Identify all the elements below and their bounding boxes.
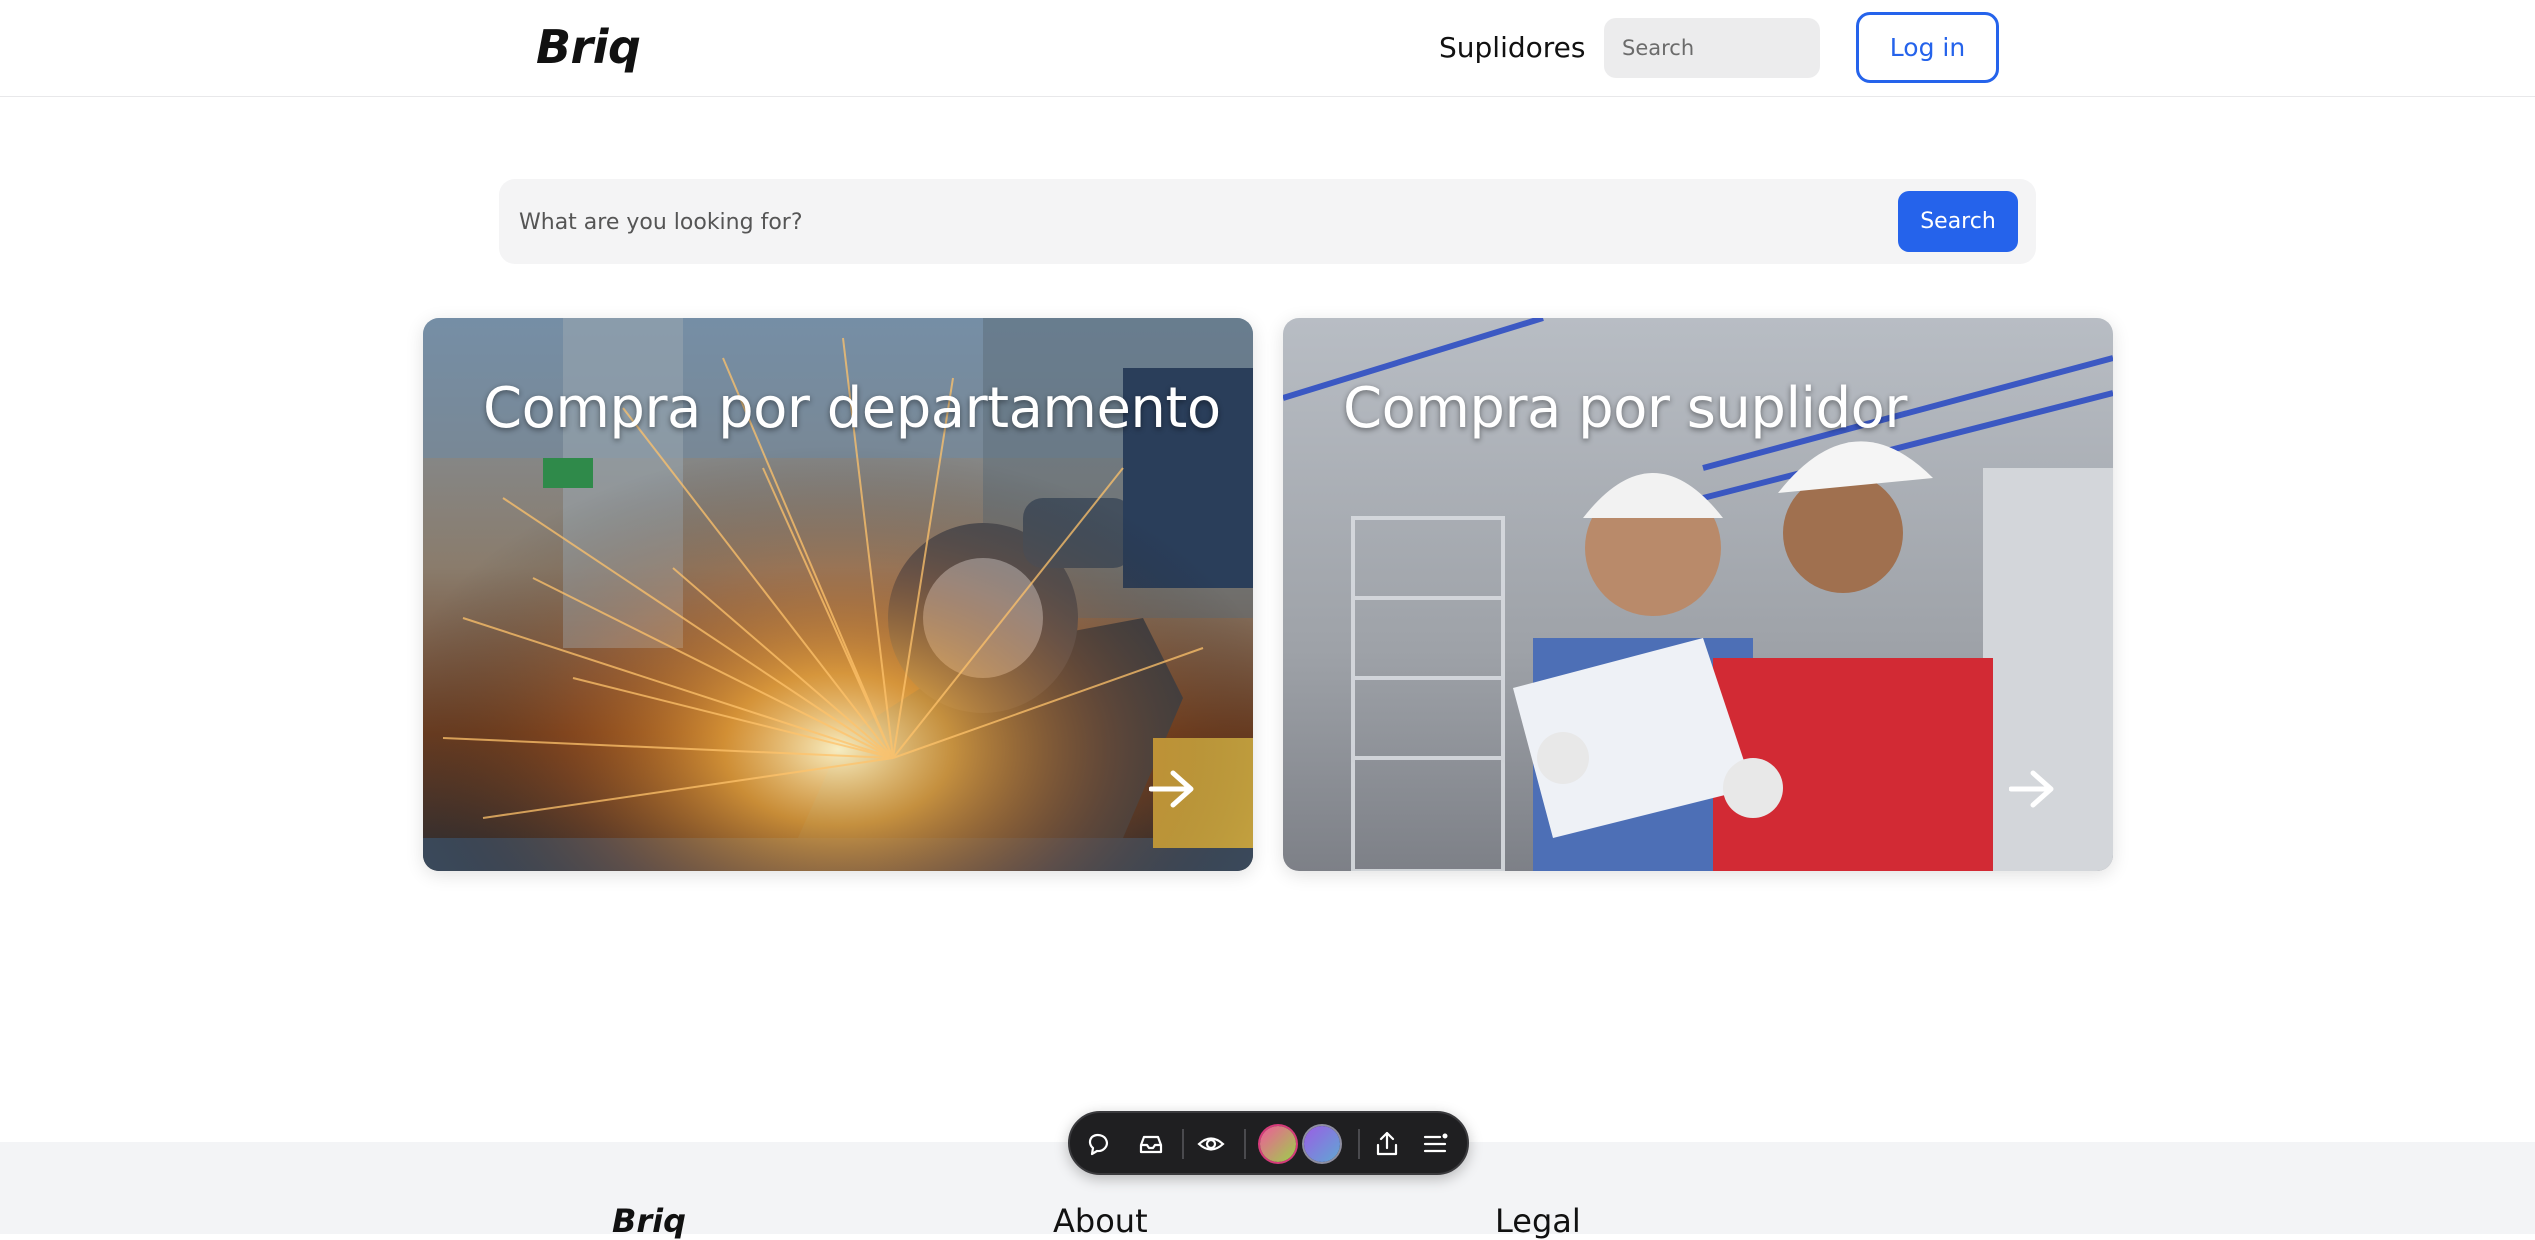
menu-icon[interactable]	[1418, 1127, 1452, 1161]
login-button[interactable]: Log in	[1856, 12, 1999, 83]
main-search-input[interactable]	[517, 199, 1821, 245]
toolbar-divider	[1358, 1129, 1360, 1159]
brand-logo[interactable]: Briq	[536, 20, 641, 74]
share-icon[interactable]	[1370, 1127, 1404, 1161]
card-shop-by-department[interactable]: Compra por departamento	[423, 318, 1253, 871]
arrow-right-icon	[2009, 770, 2054, 808]
toolbar-divider	[1244, 1129, 1246, 1159]
footer-heading-about: About	[1053, 1202, 1148, 1240]
main-search-bar: Search	[499, 179, 2036, 264]
header-search-input[interactable]	[1604, 18, 1820, 78]
eye-icon[interactable]	[1194, 1127, 1228, 1161]
nav-link-suplidores[interactable]: Suplidores	[1439, 31, 1585, 64]
collaborator-avatar[interactable]	[1304, 1126, 1340, 1162]
floating-toolbar	[1068, 1111, 1469, 1175]
toolbar-divider	[1182, 1129, 1184, 1159]
card-title-department: Compra por departamento	[483, 376, 1221, 441]
footer-heading-legal: Legal	[1495, 1202, 1581, 1240]
arrow-right-icon	[1149, 770, 1194, 808]
inbox-icon[interactable]	[1134, 1127, 1168, 1161]
card-title-supplier: Compra por suplidor	[1343, 376, 1907, 441]
main-search-button[interactable]: Search	[1898, 191, 2018, 252]
collaborator-avatar[interactable]	[1260, 1126, 1296, 1162]
card-shop-by-supplier[interactable]: Compra por suplidor	[1283, 318, 2113, 871]
footer-brand: Briq	[612, 1202, 687, 1240]
top-nav: Briq Suplidores Log in	[0, 0, 2535, 97]
comment-icon[interactable]	[1084, 1127, 1118, 1161]
